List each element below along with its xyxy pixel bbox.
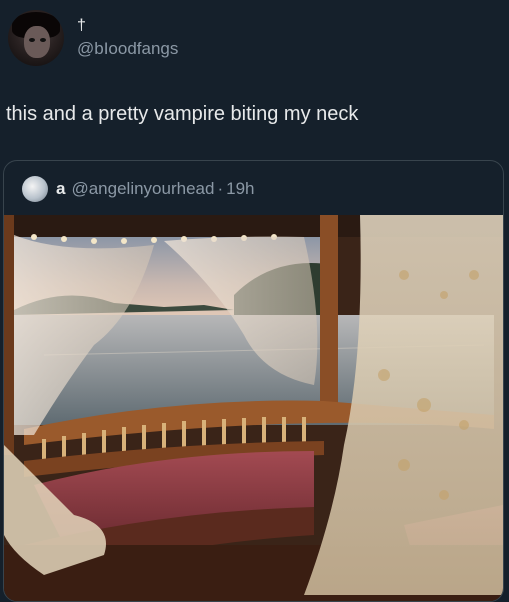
user-avatar[interactable] — [8, 10, 64, 66]
display-name[interactable]: † — [77, 17, 86, 35]
user-handle[interactable]: @bIoodfangs — [77, 39, 178, 59]
tweet: † @bIoodfangs this and a pretty vampire … — [0, 0, 509, 602]
boat-interior-photo[interactable] — [4, 215, 503, 602]
quoted-user-handle[interactable]: @angelinyourhead — [71, 179, 214, 199]
avatar-face — [24, 26, 50, 58]
quoted-user-avatar[interactable] — [22, 176, 48, 202]
quoted-tweet-card[interactable]: a @angelinyourhead · 19h — [3, 160, 504, 602]
left-post — [4, 215, 14, 455]
tweet-text: this and a pretty vampire biting my neck — [6, 103, 359, 125]
quoted-display-name[interactable]: a — [56, 179, 65, 199]
separator-dot: · — [217, 179, 224, 198]
wooden-post — [320, 215, 338, 415]
avatar-eye-right — [40, 38, 46, 42]
quoted-tweet-header: a @angelinyourhead · 19h — [22, 176, 255, 202]
avatar-eye-left — [29, 38, 35, 42]
quoted-timestamp[interactable]: 19h — [226, 179, 254, 199]
